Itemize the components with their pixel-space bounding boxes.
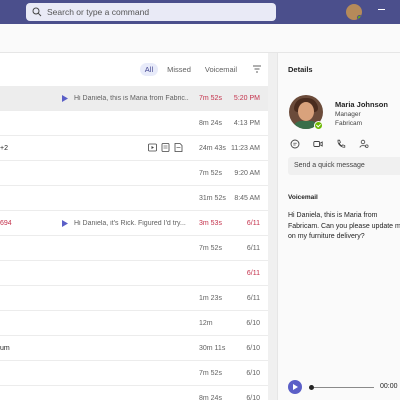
call-duration: 30m 11s	[199, 345, 226, 352]
call-duration: 7m 52s	[199, 370, 222, 377]
call-duration: 7m 52s	[199, 245, 222, 252]
contact-name: Maria Johnson	[335, 100, 388, 109]
voicemail-player: 00:00	[288, 380, 400, 394]
call-time: 6/11	[246, 295, 260, 302]
play-voicemail-icon[interactable]	[62, 220, 68, 227]
filter-icon[interactable]	[252, 64, 262, 74]
voicemail-transcript: Hi Daniela, this is Maria from Fabricam.…	[288, 212, 400, 240]
call-time: 11:23 AM	[230, 145, 260, 152]
filter-missed[interactable]: Missed	[162, 63, 196, 76]
phone-icon[interactable]	[336, 139, 346, 149]
caller-name: 694	[0, 220, 12, 227]
chat-icon[interactable]	[290, 139, 300, 149]
voicemail-label: Voicemail	[288, 194, 318, 201]
call-time: 6/11	[246, 245, 260, 252]
panel-divider	[268, 53, 277, 400]
call-duration: 31m 52s	[199, 195, 226, 202]
call-time: 9:20 AM	[234, 170, 260, 177]
search-box[interactable]: Search or type a command	[26, 3, 276, 21]
call-row[interactable]: 694 Hi Daniela, it's Rick. Figured I'd tr…	[0, 211, 268, 236]
call-duration: 7m 52s	[199, 170, 222, 177]
filter-bar: All Missed Voicemail	[139, 62, 262, 76]
user-avatar[interactable]	[346, 4, 362, 20]
caller-name: um	[0, 345, 10, 352]
call-time: 8:45 AM	[234, 195, 260, 202]
search-placeholder: Search or type a command	[47, 7, 150, 17]
call-row[interactable]: 8m 24s 4:13 PM	[0, 111, 268, 136]
call-duration: 3m 53s	[199, 220, 222, 227]
contact-title: Manager	[335, 111, 361, 118]
details-panel: Details Maria Johnson Manager Fabricam S…	[277, 53, 400, 400]
call-time: 6/10	[246, 395, 260, 400]
video-call-icon[interactable]	[313, 139, 323, 149]
filter-all[interactable]: All	[139, 62, 159, 76]
transcript-icon[interactable]	[161, 143, 170, 152]
toolbar	[0, 24, 400, 53]
title-bar: Search or type a command	[0, 0, 400, 24]
presence-available-icon	[314, 121, 323, 130]
call-duration: 8m 24s	[199, 395, 222, 400]
contact-company: Fabricam	[335, 120, 363, 127]
voicemail-preview: Hi Daniela, this is Maria from Fabric...	[74, 95, 189, 102]
call-row[interactable]: 6/11	[0, 261, 268, 286]
row-actions	[148, 143, 183, 152]
play-icon[interactable]	[288, 380, 302, 394]
call-time: 6/10	[246, 320, 260, 327]
voicemail-time: 00:00	[380, 383, 398, 390]
call-duration: 8m 24s	[199, 120, 222, 127]
call-duration: 1m 23s	[199, 295, 222, 302]
recording-icon[interactable]	[148, 143, 157, 152]
call-history-list: All Missed Voicemail Hi Daniela, this is…	[0, 53, 268, 400]
people-settings-icon[interactable]	[359, 139, 369, 149]
call-duration: 7m 52s	[199, 95, 222, 102]
call-time: 6/11	[246, 270, 260, 277]
call-time: 5:20 PM	[233, 95, 260, 102]
call-row[interactable]: 7m 52s 6/11	[0, 236, 268, 261]
call-row[interactable]: 8m 24s 6/10	[0, 386, 268, 400]
call-time: 4:13 PM	[233, 120, 260, 127]
details-heading: Details	[288, 65, 313, 74]
voicemail-preview: Hi Daniela, it's Rick. Figured I'd try..…	[74, 220, 186, 227]
call-duration: 12m	[199, 320, 213, 327]
call-row[interactable]: Hi Daniela, this is Maria from Fabric...…	[0, 86, 268, 111]
call-row[interactable]: 7m 52s 6/10	[0, 361, 268, 386]
call-row[interactable]: +2 24m 43s 11:23 AM	[0, 136, 268, 161]
call-row[interactable]: 1m 23s 6/11	[0, 286, 268, 311]
call-time: 6/11	[246, 220, 260, 227]
call-duration: 24m 43s	[199, 145, 226, 152]
search-icon	[32, 7, 42, 17]
call-row[interactable]: 7m 52s 9:20 AM	[0, 161, 268, 186]
caller-name: +2	[0, 145, 8, 152]
call-row[interactable]: um 30m 11s 6/10	[0, 336, 268, 361]
minimize-button[interactable]	[378, 9, 385, 10]
presence-dot	[357, 15, 362, 20]
notes-icon[interactable]	[174, 143, 183, 152]
call-row[interactable]: 12m 6/10	[0, 311, 268, 336]
play-voicemail-icon[interactable]	[62, 95, 68, 102]
call-time: 6/10	[246, 345, 260, 352]
contact-actions	[290, 139, 369, 149]
call-time: 6/10	[246, 370, 260, 377]
call-row[interactable]: 31m 52s 8:45 AM	[0, 186, 268, 211]
seek-track[interactable]	[314, 387, 374, 388]
quick-message-input[interactable]: Send a quick message	[288, 157, 400, 175]
filter-voicemail[interactable]: Voicemail	[200, 63, 242, 76]
